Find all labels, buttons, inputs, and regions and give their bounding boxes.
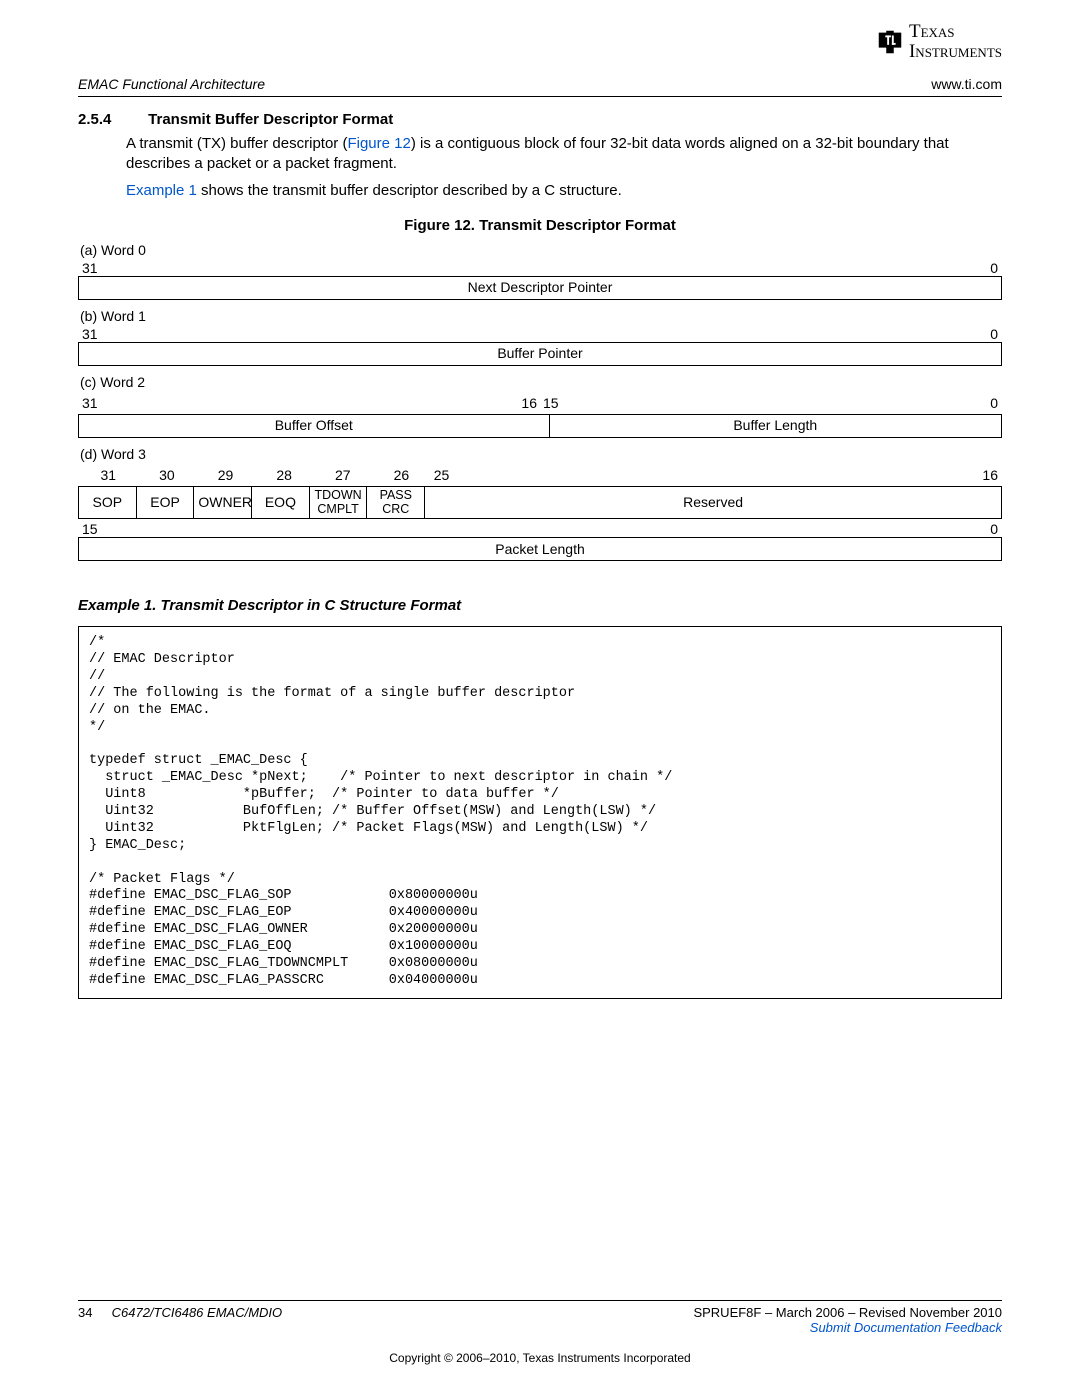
w3-bit-26: 26 bbox=[373, 466, 430, 484]
w3-bit-28: 28 bbox=[256, 466, 313, 484]
section-number: 2.5.4 bbox=[78, 111, 144, 128]
para-2: Example 1 shows the transmit buffer desc… bbox=[126, 181, 1002, 201]
word0-label: (a) Word 0 bbox=[80, 242, 1002, 258]
running-head-left: EMAC Functional Architecture bbox=[78, 76, 265, 92]
word1-cell: Buffer Pointer bbox=[79, 342, 1002, 365]
flag-passcrc: PASS CRC bbox=[367, 486, 425, 519]
word2-bit16: 16 bbox=[475, 394, 539, 412]
word0-cell: Next Descriptor Pointer bbox=[79, 276, 1002, 299]
word0-bit31: 31 bbox=[82, 260, 540, 276]
word0-bit0: 0 bbox=[540, 260, 998, 276]
flag-owner: OWNER bbox=[194, 486, 252, 519]
word3-packet-length: Packet Length bbox=[79, 538, 1002, 561]
example-link[interactable]: Example 1 bbox=[126, 182, 197, 199]
feedback-link[interactable]: Submit Documentation Feedback bbox=[810, 1320, 1002, 1335]
word2-block: (c) Word 2 31 16 15 0 Buffer Offset Buff… bbox=[78, 374, 1002, 438]
copyright: Copyright © 2006–2010, Texas Instruments… bbox=[78, 1351, 1002, 1365]
flag-tdowncmplt: TDOWN CMPLT bbox=[309, 486, 367, 519]
word2-label: (c) Word 2 bbox=[80, 374, 1002, 390]
code-listing: /* // EMAC Descriptor // // The followin… bbox=[78, 626, 1002, 998]
word0-block: (a) Word 0 31 0 Next Descriptor Pointer bbox=[78, 242, 1002, 300]
page-number: 34 bbox=[78, 1305, 108, 1320]
word1-bit0: 0 bbox=[540, 326, 998, 342]
logo-text-line2: Instruments bbox=[909, 42, 1002, 62]
word1-bit31: 31 bbox=[82, 326, 540, 342]
word3-label: (d) Word 3 bbox=[80, 446, 1002, 462]
flag-eoq: EOQ bbox=[252, 486, 310, 519]
w3-bit-29: 29 bbox=[197, 466, 254, 484]
section-title: Transmit Buffer Descriptor Format bbox=[148, 111, 393, 128]
running-head-right: www.ti.com bbox=[931, 76, 1002, 92]
word3-block: (d) Word 3 31 30 29 28 27 26 25 16 bbox=[78, 446, 1002, 562]
w3-bit-31: 31 bbox=[80, 466, 137, 484]
page-footer: 34 C6472/TCI6486 EMAC/MDIO SPRUEF8F – Ma… bbox=[78, 1300, 1002, 1365]
footer-doc-rev: SPRUEF8F – March 2006 – Revised November… bbox=[693, 1305, 1002, 1320]
w3-bit-27: 27 bbox=[315, 466, 372, 484]
word3-bit0: 0 bbox=[540, 521, 998, 537]
logo-text-line1: Texas bbox=[909, 22, 1002, 42]
flag-reserved: Reserved bbox=[425, 486, 1002, 519]
example-caption: Example 1. Transmit Descriptor in C Stru… bbox=[78, 597, 1002, 614]
word2-buffer-offset: Buffer Offset bbox=[79, 414, 550, 437]
word2-bit15: 15 bbox=[541, 394, 605, 412]
word1-block: (b) Word 1 31 0 Buffer Pointer bbox=[78, 308, 1002, 366]
figure-caption: Figure 12. Transmit Descriptor Format bbox=[78, 217, 1002, 234]
word2-bit0: 0 bbox=[607, 394, 1000, 412]
figure-link[interactable]: Figure 12 bbox=[347, 135, 410, 152]
footer-doc-title: C6472/TCI6486 EMAC/MDIO bbox=[112, 1305, 283, 1320]
ti-chip-icon bbox=[875, 27, 905, 57]
flag-eop: EOP bbox=[136, 486, 194, 519]
para-1: A transmit (TX) buffer descriptor (Figur… bbox=[126, 134, 1002, 175]
flag-sop: SOP bbox=[79, 486, 137, 519]
w3-bit-25: 25 bbox=[432, 466, 489, 484]
word1-label: (b) Word 1 bbox=[80, 308, 1002, 324]
word2-bit31: 31 bbox=[80, 394, 473, 412]
word2-buffer-length: Buffer Length bbox=[549, 414, 1002, 437]
w3-bit-16: 16 bbox=[490, 466, 1000, 484]
ti-logo: Texas Instruments bbox=[875, 22, 1002, 62]
word3-bit15: 15 bbox=[82, 521, 540, 537]
w3-bit-30: 30 bbox=[139, 466, 196, 484]
